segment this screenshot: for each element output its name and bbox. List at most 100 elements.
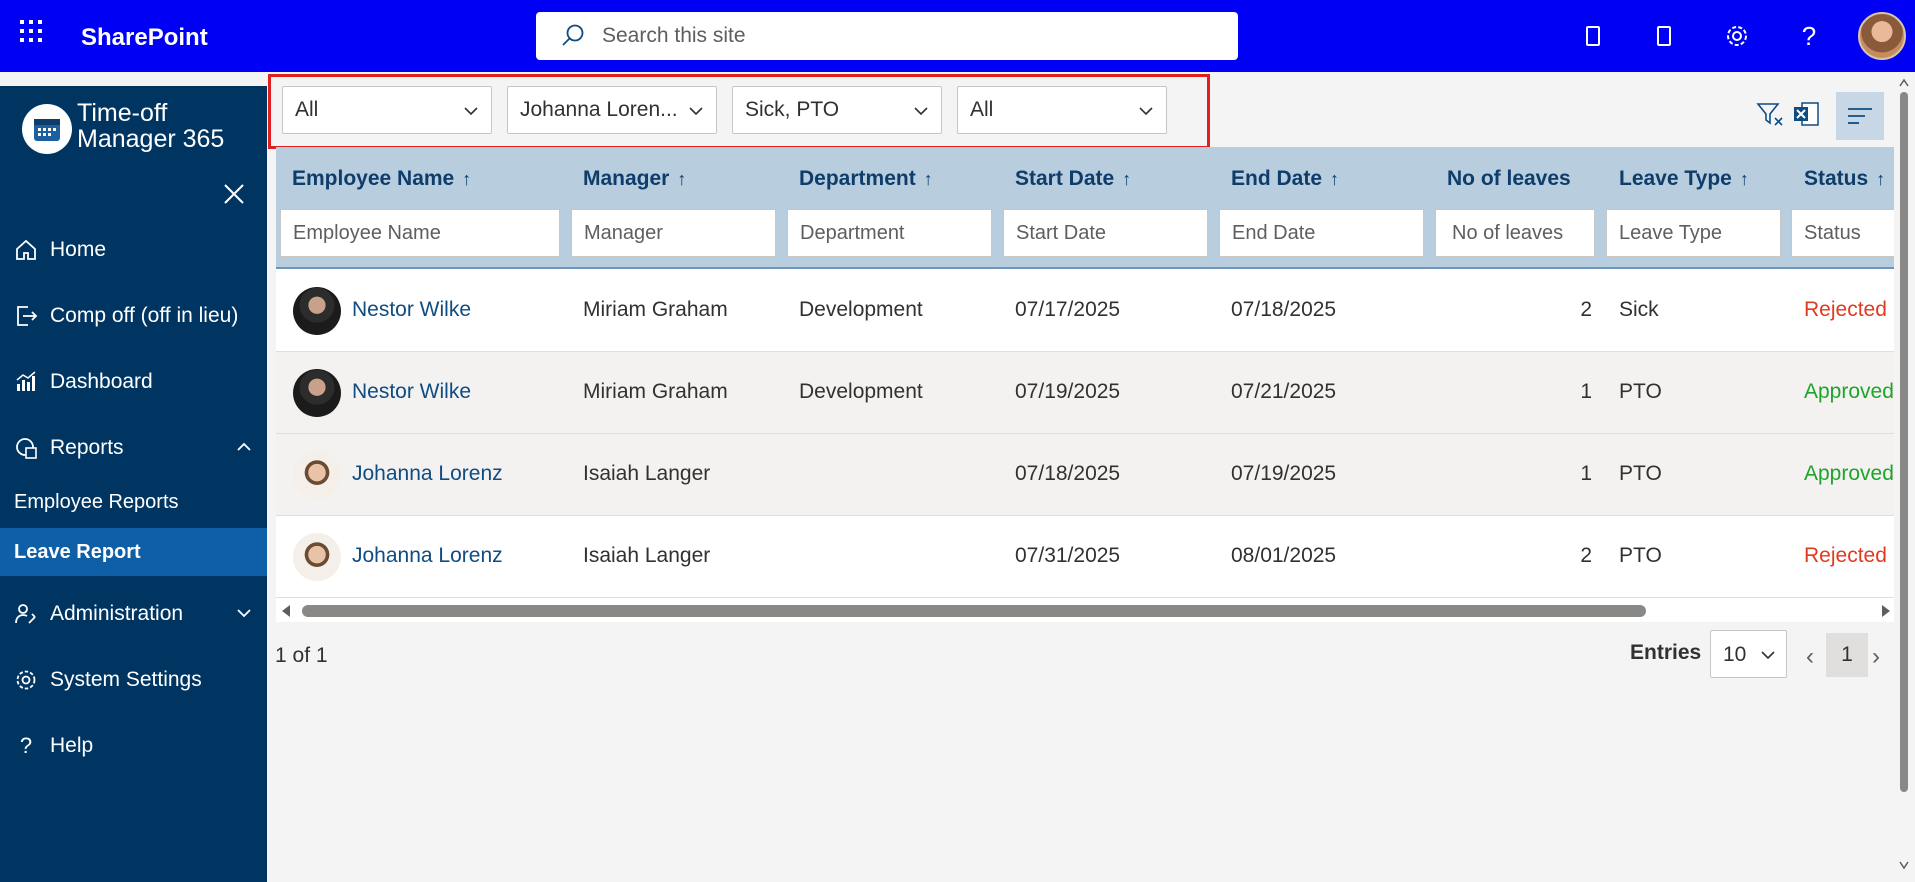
vertical-scrollbar[interactable] <box>1898 78 1910 876</box>
nav-system-settings-label: System Settings <box>50 668 202 691</box>
scroll-right-icon[interactable] <box>1880 605 1892 617</box>
header-no-of-leaves[interactable]: No of leaves <box>1447 167 1571 191</box>
scroll-down-icon[interactable] <box>1899 860 1909 870</box>
start-date-cell: 07/18/2025 <box>1015 462 1121 485</box>
nav-home-label: Home <box>50 238 107 261</box>
chevron-down-icon <box>1761 651 1775 660</box>
close-icon[interactable] <box>222 182 250 210</box>
filter-start-date-input[interactable] <box>1003 209 1208 257</box>
entries-dropdown[interactable]: 10 <box>1710 630 1787 678</box>
avatar <box>293 369 341 417</box>
department-filter-dropdown[interactable]: All <box>282 86 492 134</box>
sort-arrow-icon: ↑ <box>1330 169 1340 189</box>
sidebar: Time-off Manager 365 Home Comp off (off … <box>0 86 267 882</box>
filter-no-of-leaves-input[interactable] <box>1435 209 1595 257</box>
header-start-date[interactable]: Start Date ↑ <box>1015 167 1131 191</box>
leaves-cell: 1 <box>1580 380 1592 403</box>
nav-home[interactable]: Home <box>0 226 267 274</box>
scroll-left-icon[interactable] <box>280 605 292 617</box>
nav-leave-report[interactable]: Leave Report <box>0 528 267 576</box>
department-filter-value: All <box>295 98 319 121</box>
nav-employee-reports[interactable]: Employee Reports <box>0 478 267 526</box>
employee-filter-dropdown[interactable]: Johanna Loren... <box>507 86 717 134</box>
settings-icon[interactable] <box>1721 20 1753 52</box>
admin-icon <box>12 600 40 628</box>
header-leave-type[interactable]: Leave Type ↑ <box>1619 167 1749 191</box>
employee-name-link[interactable]: Nestor Wilke <box>352 380 471 404</box>
help-icon[interactable]: ? <box>1793 20 1825 52</box>
chevron-down-icon <box>464 107 478 116</box>
header-manager[interactable]: Manager ↑ <box>583 167 686 191</box>
chevron-down-icon[interactable] <box>235 604 253 622</box>
filter-leave-type-input[interactable] <box>1606 209 1781 257</box>
header-label: End Date <box>1231 167 1323 190</box>
sort-arrow-icon: ↑ <box>1876 169 1886 189</box>
user-avatar[interactable] <box>1858 12 1906 60</box>
clear-filter-icon[interactable] <box>1756 100 1784 128</box>
chevron-up-icon[interactable] <box>235 438 253 456</box>
filter-employee-name-input[interactable] <box>280 209 560 257</box>
filter-status-input[interactable] <box>1791 209 1894 257</box>
nav-reports-label: Reports <box>50 436 124 459</box>
horizontal-scrollbar[interactable] <box>276 600 1894 622</box>
header-status[interactable]: Status ↑ <box>1804 167 1885 191</box>
suite-bar: SharePoint ? <box>0 0 1915 72</box>
app-title-line1: Time-off <box>77 99 168 127</box>
avatar <box>293 451 341 499</box>
employee-name-link[interactable]: Johanna Lorenz <box>352 544 503 568</box>
status-filter-dropdown[interactable]: All <box>957 86 1167 134</box>
horizontal-scroll-thumb[interactable] <box>302 605 1646 617</box>
header-department[interactable]: Department ↑ <box>799 167 933 191</box>
nav-help[interactable]: ? Help <box>0 722 267 770</box>
leave-type-cell: PTO <box>1619 380 1662 403</box>
nav-reports[interactable]: Reports <box>0 424 267 472</box>
end-date-cell: 07/18/2025 <box>1231 298 1337 321</box>
table-row[interactable]: Johanna Lorenz Isaiah Langer 07/18/2025 … <box>276 434 1894 516</box>
view-options-button[interactable] <box>1836 92 1884 140</box>
tablet-icon[interactable] <box>1648 20 1680 52</box>
gear-icon <box>12 666 40 694</box>
filter-end-date-input[interactable] <box>1219 209 1424 257</box>
table-row[interactable]: Johanna Lorenz Isaiah Langer 07/31/2025 … <box>276 516 1894 598</box>
scroll-up-icon[interactable] <box>1899 78 1909 88</box>
app-title-line2: Manager 365 <box>77 125 225 153</box>
excel-icon[interactable] <box>1792 100 1820 128</box>
vertical-scroll-thumb[interactable] <box>1900 92 1908 792</box>
nav-dashboard[interactable]: Dashboard <box>0 358 267 406</box>
table-row[interactable]: Nestor Wilke Miriam Graham Development 0… <box>276 270 1894 352</box>
header-label: Manager <box>583 167 670 190</box>
leave-type-filter-dropdown[interactable]: Sick, PTO <box>732 86 942 134</box>
nav-comp-off[interactable]: Comp off (off in lieu) <box>0 292 267 340</box>
app-title: Time-off Manager 365 <box>77 100 224 152</box>
status-badge: Approved <box>1804 380 1894 403</box>
search-box[interactable] <box>536 12 1238 60</box>
header-end-date[interactable]: End Date ↑ <box>1231 167 1339 191</box>
previous-page-button[interactable]: ‹ <box>1806 643 1814 671</box>
leave-type-cell: PTO <box>1619 544 1662 567</box>
filter-manager-input[interactable] <box>571 209 776 257</box>
next-page-button[interactable]: › <box>1872 643 1880 671</box>
header-label: Employee Name <box>292 167 455 190</box>
nav-leave-report-label: Leave Report <box>14 540 141 563</box>
employee-name-link[interactable]: Johanna Lorenz <box>352 462 503 486</box>
table-row[interactable]: Nestor Wilke Miriam Graham Development 0… <box>276 352 1894 434</box>
start-date-cell: 07/19/2025 <box>1015 380 1121 403</box>
nav-system-settings[interactable]: System Settings <box>0 656 267 704</box>
employee-name-link[interactable]: Nestor Wilke <box>352 298 471 322</box>
search-input[interactable] <box>602 24 1202 48</box>
nav-administration[interactable]: Administration <box>0 590 267 638</box>
waffle-icon[interactable] <box>20 20 46 46</box>
header-employee-name[interactable]: Employee Name ↑ <box>292 167 471 191</box>
avatar <box>293 533 341 581</box>
leaves-cell: 2 <box>1580 298 1592 321</box>
nav-employee-reports-label: Employee Reports <box>14 490 179 513</box>
brand-title[interactable]: SharePoint <box>81 24 208 52</box>
nav-help-label: Help <box>50 734 94 757</box>
phone-icon[interactable] <box>1577 20 1609 52</box>
current-page-button[interactable]: 1 <box>1826 633 1868 677</box>
filter-department-input[interactable] <box>787 209 992 257</box>
status-filter-value: All <box>970 98 994 121</box>
header-label: Department <box>799 167 916 190</box>
entries-label: Entries <box>1630 641 1702 664</box>
search-icon <box>562 24 584 46</box>
